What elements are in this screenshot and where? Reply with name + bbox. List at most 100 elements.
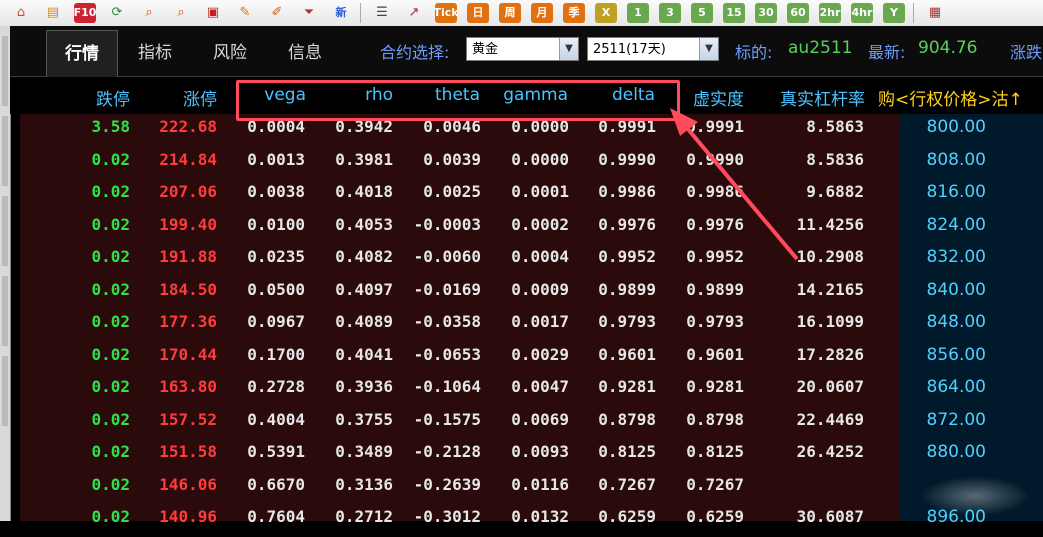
toolbar: ⌂ ▤ F10 ⟳ ⌕ ⌕ ▣ ✎ ✐ ⏷ 新 ☰ ↗ Tick 日周月季 X 1 3 5 15 30 60 2hr 4hr Y… <box>0 0 1043 27</box>
table-row[interactable]: 0.02 177.36 0.0967 0.4089 -0.0358 0.0017 0.979… <box>20 309 1043 342</box>
cell-limit-up: 140.96 <box>159 507 217 526</box>
cell-limit-up: 163.80 <box>159 377 217 396</box>
cell-leverage: 17.2826 <box>796 344 864 364</box>
min3-icon[interactable]: 3 <box>659 3 681 23</box>
cell-moneyness: 0.6259 <box>686 507 744 526</box>
chevron-down-icon[interactable]: ▼ <box>699 38 718 60</box>
cell-limit-down: 0.02 <box>91 344 130 364</box>
watermark-blur <box>920 476 1030 516</box>
cell-gamma: 0.0009 <box>511 279 569 299</box>
cell-limit-down: 0.02 <box>91 214 130 234</box>
week-icon[interactable]: 周 <box>499 3 521 23</box>
search-icon[interactable]: ⌕ <box>138 3 160 23</box>
cell-theta: 0.0039 <box>423 149 481 169</box>
min15-icon[interactable]: 15 <box>723 3 745 23</box>
min30-icon[interactable]: 30 <box>755 3 777 23</box>
table-row[interactable]: 0.02 199.40 0.0100 0.4053 -0.0003 0.0002 0.997… <box>20 212 1043 245</box>
toolbar-separator <box>913 3 914 23</box>
book-icon[interactable]: ▤ <box>42 3 64 23</box>
pen-icon[interactable]: ✎ <box>234 3 256 23</box>
filter-icon[interactable]: ⏷ <box>298 3 320 23</box>
cell-delta: 0.9281 <box>598 377 656 396</box>
table-row[interactable]: 0.02 151.58 0.5391 0.3489 -0.2128 0.0093 0.812… <box>20 439 1043 472</box>
refresh-icon[interactable]: ⟳ <box>106 3 128 23</box>
x-icon[interactable]: X <box>595 3 617 23</box>
col-limit-up[interactable]: 涨停 <box>160 85 217 110</box>
cell-leverage: 20.0607 <box>796 377 864 396</box>
expiry-select-value: 2511(17天) <box>593 42 666 57</box>
cell-gamma: 0.0004 <box>511 247 569 266</box>
cell-gamma: 0.0029 <box>511 344 569 364</box>
col-strike[interactable]: 购<行权价格>沽↑ <box>878 85 1043 110</box>
cell-delta: 0.6259 <box>598 507 656 526</box>
col-limit-down[interactable]: 跌停 <box>80 85 130 110</box>
search2-icon[interactable]: ⌕ <box>170 3 192 23</box>
f10-icon[interactable]: F10 <box>74 3 96 23</box>
chart-icon[interactable]: ↗ <box>403 3 425 23</box>
cell-limit-down: 0.02 <box>91 182 130 201</box>
cell-rho: 0.4082 <box>335 247 393 266</box>
cell-strike: 808.00 <box>926 149 986 170</box>
table-row[interactable]: 0.02 146.06 0.6670 0.3136 -0.2639 0.0116 0.726… <box>20 472 1043 505</box>
cell-rho: 0.3981 <box>335 149 393 169</box>
col-moneyness[interactable]: 虚实度 <box>680 85 744 110</box>
cell-moneyness: 0.8125 <box>686 442 744 461</box>
greeks-highlight-box <box>236 80 680 121</box>
cell-theta: -0.0169 <box>413 279 481 299</box>
grid-icon[interactable]: ▦ <box>924 3 946 23</box>
cell-leverage: 9.6882 <box>806 182 864 201</box>
cell-gamma: 0.0069 <box>511 409 569 429</box>
min5-icon[interactable]: 5 <box>691 3 713 23</box>
contract-select[interactable]: 黄金 ▼ <box>466 37 579 61</box>
table-row[interactable]: 0.02 184.50 0.0500 0.4097 -0.0169 0.0009 0.989… <box>20 277 1043 310</box>
tab-indicators[interactable]: 指标 <box>138 38 172 63</box>
table-row[interactable]: 0.02 157.52 0.4004 0.3755 -0.1575 0.0069 0.879… <box>20 407 1043 440</box>
quarter-icon[interactable]: 季 <box>563 3 585 23</box>
home-icon[interactable]: ⌂ <box>10 3 32 23</box>
year-icon[interactable]: Y <box>883 3 905 23</box>
tab-risk[interactable]: 风险 <box>213 38 247 63</box>
tab-info[interactable]: 信息 <box>288 38 322 63</box>
list-icon[interactable]: ☰ <box>371 3 393 23</box>
table-row[interactable]: 0.02 191.88 0.0235 0.4082 -0.0060 0.0004 0.995… <box>20 244 1043 277</box>
table-row[interactable]: 0.02 140.96 0.7604 0.2712 -0.3012 0.0132 0.625… <box>20 504 1043 537</box>
cell-strike: 832.00 <box>926 247 986 267</box>
cell-limit-down: 0.02 <box>91 312 130 331</box>
hr2-icon[interactable]: 2hr <box>819 3 841 23</box>
table-row[interactable]: 0.02 170.44 0.1700 0.4041 -0.0653 0.0029 0.960… <box>20 342 1043 375</box>
cell-leverage: 14.2165 <box>796 279 864 299</box>
cell-vega: 0.0235 <box>247 247 305 266</box>
toolbar-separator <box>360 3 361 23</box>
cell-rho: 0.3136 <box>335 474 393 494</box>
cell-moneyness: 0.7267 <box>686 474 744 494</box>
min1-icon[interactable]: 1 <box>627 3 649 23</box>
cell-gamma: 0.0002 <box>511 214 569 234</box>
cell-gamma: 0.0132 <box>511 507 569 526</box>
col-leverage[interactable]: 真实杠杆率 <box>765 85 865 110</box>
cell-vega: 0.0038 <box>247 182 305 201</box>
cell-rho: 0.4041 <box>335 344 393 364</box>
day-icon[interactable]: 日 <box>467 3 489 23</box>
cell-vega: 0.2728 <box>247 377 305 396</box>
cell-strike: 840.00 <box>926 279 986 300</box>
new-icon[interactable]: 新 <box>330 3 352 23</box>
cell-gamma: 0.0001 <box>511 182 569 201</box>
expiry-select[interactable]: 2511(17天) ▼ <box>587 37 719 61</box>
min60-icon[interactable]: 60 <box>787 3 809 23</box>
chevron-down-icon[interactable]: ▼ <box>559 38 578 60</box>
cell-rho: 0.3755 <box>335 409 393 429</box>
tick-icon[interactable]: Tick <box>433 3 459 23</box>
table-row[interactable]: 0.02 163.80 0.2728 0.3936 -0.1064 0.0047 0.928… <box>20 374 1043 407</box>
table-row[interactable]: 0.02 207.06 0.0038 0.4018 0.0025 0.0001 0.9986… <box>20 179 1043 212</box>
hr4-icon[interactable]: 4hr <box>851 3 873 23</box>
cell-rho: 0.2712 <box>335 507 393 526</box>
cell-moneyness: 0.9990 <box>686 149 744 169</box>
cell-limit-up: 146.06 <box>159 474 217 494</box>
cell-limit-down: 0.02 <box>91 442 130 461</box>
cell-theta: -0.1064 <box>413 377 481 396</box>
brush-icon[interactable]: ✐ <box>266 3 288 23</box>
window-icon[interactable]: ▣ <box>202 3 224 23</box>
table-row[interactable]: 0.02 214.84 0.0013 0.3981 0.0039 0.0000 0.9990… <box>20 147 1043 180</box>
tab-quotes[interactable]: 行情 <box>46 30 118 77</box>
month-icon[interactable]: 月 <box>531 3 553 23</box>
